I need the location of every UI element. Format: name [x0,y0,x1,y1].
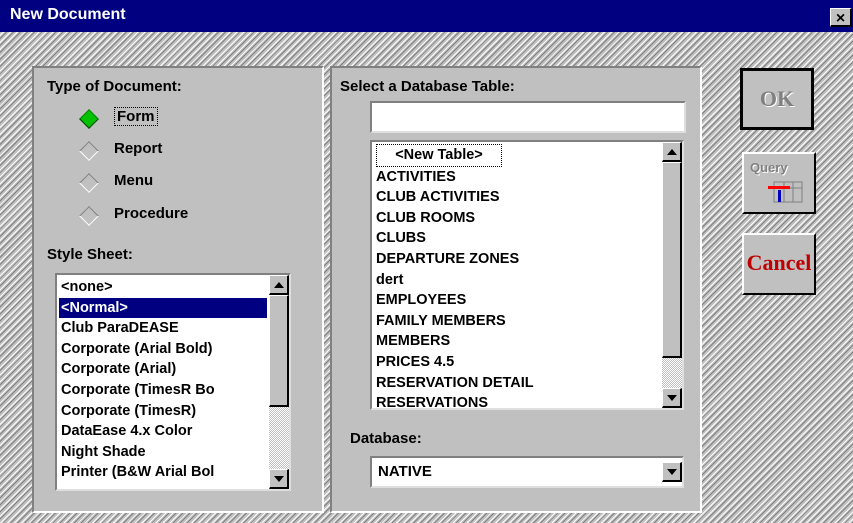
list-item-new-table[interactable]: <New Table> [376,144,502,167]
radio-procedure-label: Procedure [114,205,189,222]
scroll-down-button[interactable] [662,388,682,408]
list-item[interactable]: CLUBS [374,228,658,249]
list-item[interactable]: PRICES 4.5 [374,352,658,373]
style-sheet-panel: Style Sheet: <none> <Normal> Club ParaDE… [32,231,324,513]
cancel-button[interactable]: Cancel [742,233,816,295]
style-sheet-items: <none> <Normal> Club ParaDEASE Corporate… [59,277,267,483]
list-item[interactable]: DEPARTURE ZONES [374,249,658,270]
dialog-body: Type of Document: Form Report Menu Proce… [0,32,853,523]
chevron-down-icon [667,469,677,475]
list-item[interactable]: Club ParaDEASE [59,318,267,339]
query-table-icon [768,181,803,203]
scroll-thumb[interactable] [269,295,289,407]
db-table-list[interactable]: <New Table> ACTIVITIES CLUB ACTIVITIES C… [370,140,684,410]
db-table-scrollbar[interactable] [662,142,682,408]
database-value: NATIVE [378,463,432,480]
scroll-track[interactable] [269,407,289,469]
scroll-down-button[interactable] [269,469,289,489]
scroll-track[interactable] [662,358,682,388]
database-label: Database: [350,430,422,447]
scroll-up-button[interactable] [662,142,682,162]
list-item-selected[interactable]: <Normal> [59,297,267,319]
list-item[interactable]: RESERVATIONS [374,393,658,408]
doc-type-label: Type of Document: [47,78,182,95]
radio-icon [79,173,99,193]
arrow-up-icon [667,149,677,155]
arrow-down-icon [274,476,284,482]
title-bar: New Document × [0,0,853,32]
list-item[interactable]: RESERVATION DETAIL [374,373,658,394]
table-name-input[interactable] [370,101,686,133]
doc-type-panel: Type of Document: Form Report Menu Proce… [32,66,324,258]
arrow-up-icon [274,282,284,288]
list-item[interactable]: Corporate (Arial Bold) [59,339,267,360]
query-button[interactable]: Query [742,152,816,214]
radio-icon [79,141,99,161]
close-button[interactable]: × [830,8,852,27]
list-item[interactable]: ACTIVITIES [374,167,658,188]
ok-label: OK [759,86,795,111]
style-sheet-scrollbar[interactable] [269,275,289,489]
query-label: Query [750,160,788,175]
list-item[interactable]: Night Shade [59,442,267,463]
list-item[interactable]: Corporate (Arial) [59,359,267,380]
list-item[interactable]: Corporate (TimesR Bo [59,380,267,401]
close-icon: × [835,10,846,27]
list-item[interactable]: <none> [59,277,267,298]
db-table-label: Select a Database Table: [340,78,515,95]
ok-button[interactable]: OK [740,68,814,130]
db-table-items: <New Table> ACTIVITIES CLUB ACTIVITIES C… [374,144,658,408]
scroll-up-button[interactable] [269,275,289,295]
list-item[interactable]: CLUB ACTIVITIES [374,187,658,208]
list-item[interactable]: FAMILY MEMBERS [374,311,658,332]
db-table-panel: Select a Database Table: <New Table> ACT… [330,66,702,513]
list-item[interactable]: Corporate (TimesR) [59,401,267,422]
window-title: New Document [10,6,126,23]
arrow-down-icon [667,395,677,401]
list-item[interactable]: CLUB ROOMS [374,208,658,229]
list-item[interactable]: dert [374,270,658,291]
list-item[interactable]: EMPLOYEES [374,290,658,311]
list-item[interactable]: MEMBERS [374,331,658,352]
radio-form-label: Form [114,107,158,126]
radio-menu-label: Menu [114,172,154,189]
list-item[interactable]: DataEase 4.x Color [59,421,267,442]
list-item[interactable]: Printer (B&W Arial Bol [59,462,267,483]
radio-icon [79,206,99,226]
radio-selected-icon [79,109,99,129]
style-sheet-label: Style Sheet: [47,246,133,263]
radio-report-label: Report [114,140,163,157]
dropdown-button[interactable] [662,462,682,482]
database-select[interactable]: NATIVE [370,456,684,488]
scroll-thumb[interactable] [662,162,682,358]
cancel-label: Cancel [746,250,812,275]
style-sheet-list[interactable]: <none> <Normal> Club ParaDEASE Corporate… [55,273,291,491]
